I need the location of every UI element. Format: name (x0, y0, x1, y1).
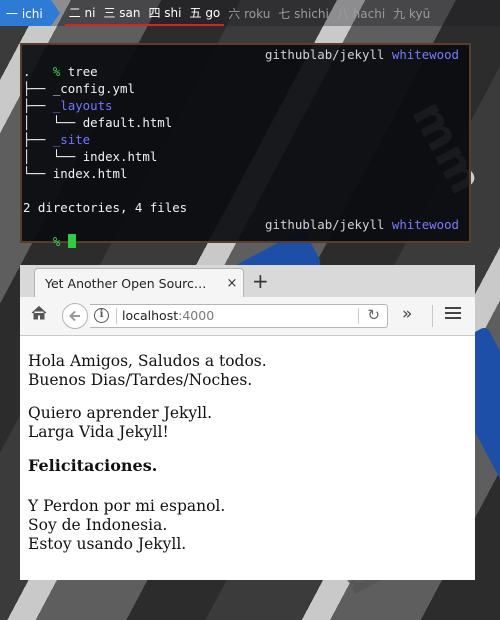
greeting-paragraph: Hola Amigos, Saludos a todos. Buenos Dia… (28, 352, 467, 390)
jekyll-paragraph: Quiero aprender Jekyll. Larga Vida Jekyl… (28, 404, 467, 442)
text-cursor (67, 234, 76, 248)
tree-branch-glyphs: ├── (23, 81, 53, 96)
tree-directory: _layouts (52, 98, 113, 113)
workspace-4[interactable]: 四 shi (144, 0, 186, 26)
tree-branch-glyphs: ├── (23, 132, 53, 147)
paragraph-line: Hola Amigos, Saludos a todos. (28, 352, 267, 370)
tree-file: _config.yml (52, 81, 135, 96)
tree-summary: 2 directories, 4 files (23, 200, 188, 215)
paragraph-line: Y Perdon por mi espanol. (28, 497, 226, 515)
reload-separator (358, 308, 359, 324)
prompt-context: githublab/jekyll whitewood (265, 46, 459, 63)
tree-line: . (23, 63, 459, 80)
workspace-9[interactable]: 九 kyū (389, 0, 434, 26)
tree-line: │ └── default.html (23, 114, 459, 131)
url-text: localhost:4000 (122, 308, 214, 323)
url-separator (116, 308, 117, 324)
paragraph-line: Soy de Indonesia. (28, 516, 168, 534)
home-icon[interactable] (30, 304, 48, 328)
workspace-8[interactable]: 八 hachi (333, 0, 389, 26)
prompt-path: githublab/jekyll (265, 47, 385, 62)
paragraph-line: Estoy usando Jekyll. (28, 535, 187, 553)
prompt-path: githublab/jekyll (265, 217, 385, 232)
page-heading: Felicitaciones. (28, 456, 158, 475)
url-host: localhost (122, 308, 179, 323)
tree-branch-glyphs: │ └── (23, 149, 83, 164)
workspace-1[interactable]: 一 ichi (0, 0, 60, 26)
workspace-2[interactable]: 二 ni (64, 0, 100, 26)
terminal-command-line: % tree githublab/jekyll whitewood (23, 46, 459, 79)
page-content: Hola Amigos, Saludos a todos. Buenos Dia… (20, 336, 475, 554)
tree-branch-glyphs: │ └── (23, 115, 83, 130)
closing-paragraph: Y Perdon por mi espanol. Soy de Indonesi… (28, 497, 467, 554)
tree-directory: _site (52, 132, 91, 147)
tree-file: default.html (82, 115, 173, 130)
new-tab-button[interactable]: + (252, 270, 269, 292)
tree-line: │ └── index.html (23, 148, 459, 165)
tree-branch-glyphs: ├── (23, 98, 53, 113)
toolbar-separator (432, 305, 433, 327)
workspace-bar: 一 ichi 二 ni 三 san 四 shi 五 go 六 roku 七 shichi 八 … (0, 0, 500, 26)
tree-branch-glyphs: └── (23, 166, 53, 181)
prompt-branch: whitewood (391, 47, 459, 62)
prompt-branch: whitewood (391, 217, 459, 232)
tree-file: . (23, 64, 31, 79)
url-bar[interactable]: i localhost:4000 ↻ (90, 304, 388, 328)
tab-strip: Yet Another Open Sourc… × + (20, 265, 475, 297)
workspace-5[interactable]: 五 go (185, 0, 225, 26)
workspace-6[interactable]: 六 roku (224, 0, 274, 26)
tree-line: └── index.html (23, 165, 459, 182)
tab-title: Yet Another Open Sourc… (45, 275, 207, 291)
terminal-input-line[interactable]: % githublab/jekyll whitewood (23, 216, 459, 249)
tab-active[interactable]: Yet Another Open Sourc… × (34, 268, 244, 297)
workspace-3[interactable]: 三 san (99, 0, 145, 26)
prompt-symbol: % (52, 234, 61, 249)
url-port: :4000 (178, 308, 215, 323)
nav-toolbar: i localhost:4000 ↻ » (20, 297, 475, 336)
workspace-7[interactable]: 七 shichi (274, 0, 333, 26)
paragraph-line: Buenos Dias/Tardes/Noches. (28, 371, 253, 389)
back-button[interactable] (62, 303, 88, 329)
tree-file: index.html (82, 149, 158, 164)
paragraph-line: Quiero aprender Jekyll. (28, 404, 213, 422)
site-info-icon[interactable]: i (94, 308, 109, 323)
tree-line: ├── _layouts (23, 97, 459, 114)
hamburger-menu-icon[interactable] (444, 304, 462, 328)
close-tab-icon[interactable]: × (221, 276, 243, 291)
tree-line: ├── _site (23, 131, 459, 148)
overflow-chevron-icon[interactable]: » (402, 303, 412, 325)
browser-window: Yet Another Open Sourc… × + i localhost:… (20, 265, 475, 580)
prompt-context: githublab/jekyll whitewood (265, 216, 459, 233)
tree-line: ├── _config.yml (23, 80, 459, 97)
tree-file: index.html (52, 166, 128, 181)
reload-icon[interactable]: ↻ (367, 306, 380, 324)
paragraph-line: Larga Vida Jekyll! (28, 423, 169, 441)
terminal-window[interactable]: % tree githublab/jekyll whitewood . ├── _… (20, 43, 471, 249)
